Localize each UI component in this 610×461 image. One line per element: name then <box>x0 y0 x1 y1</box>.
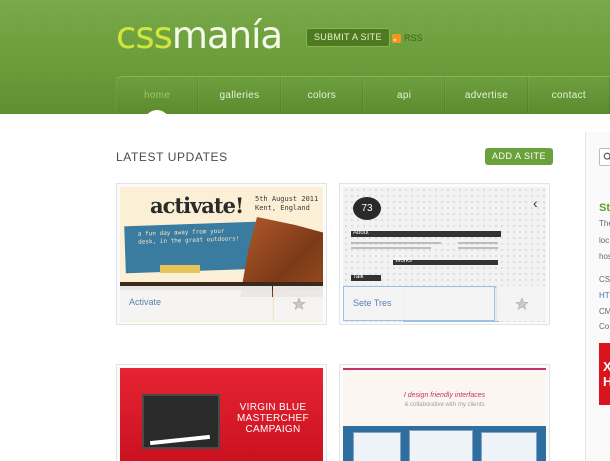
thumb-headline-line1: VIRGIN BLUE <box>239 402 307 413</box>
sidebar-text-line: CM <box>599 307 610 316</box>
site-card-virgin-blue[interactable]: VIRGIN BLUE MASTERCHEF CAMPAIGN <box>116 364 327 461</box>
site-card-friendly-interfaces[interactable]: I design friendly interfaces & collabora… <box>339 364 550 461</box>
site-header: cssmanía SUBMIT A SITE RSS home gallerie… <box>0 0 610 114</box>
thumb-text-line <box>458 247 498 249</box>
thumb-badge: 73 <box>353 197 381 220</box>
site-card-activate[interactable]: activate! 5th August 2011 Kent, England … <box>116 183 327 325</box>
star-icon <box>514 296 529 310</box>
thumb-headline-line2: MASTERCHEF <box>237 413 309 424</box>
sidebar-ad-banner[interactable]: X H <box>599 343 610 405</box>
card-caption[interactable]: Activate <box>120 286 272 321</box>
section-title: LATEST UPDATES <box>116 150 228 164</box>
submit-site-button[interactable]: SUBMIT A SITE <box>306 28 390 47</box>
star-icon <box>291 296 306 310</box>
rss-link[interactable]: RSS <box>392 31 423 45</box>
main-nav: home galleries colors api advertise cont… <box>116 76 610 114</box>
thumb-talk-label: Talk <box>353 274 364 280</box>
thumb-tagline: I design friendly interfaces <box>403 392 486 399</box>
search-icon <box>603 152 610 160</box>
add-site-button[interactable]: ADD A SITE <box>485 148 554 165</box>
rss-icon <box>392 33 401 43</box>
thumb-works-label: Works <box>395 258 412 264</box>
thumb-date-line1: 5th August 2011 <box>255 195 319 203</box>
sidebar-ad-text: X H <box>603 359 610 389</box>
sidebar-text-line: The <box>599 219 610 228</box>
nav-item-colors[interactable]: colors <box>280 77 363 114</box>
card-caption[interactable]: Sete Tres <box>343 286 495 321</box>
thumb-date-line2: Kent, England <box>255 204 310 212</box>
sidebar-link[interactable]: HT <box>599 291 610 300</box>
sidebar-search-input[interactable] <box>599 148 610 166</box>
thumb-shot <box>409 430 473 461</box>
thumb-subline: & collaborative with my clients <box>404 402 485 408</box>
thumb-about-bar <box>351 231 501 237</box>
thumb-banner-button <box>160 265 200 273</box>
thumb-text-line <box>351 242 441 244</box>
sidebar-text-line: hos <box>599 252 610 261</box>
thumb-shot <box>353 432 401 461</box>
rss-label: RSS <box>404 33 423 43</box>
site-thumbnail[interactable]: VIRGIN BLUE MASTERCHEF CAMPAIGN <box>120 368 323 461</box>
favorite-button[interactable] <box>273 286 323 321</box>
card-title[interactable]: Activate <box>129 297 161 307</box>
site-card-sete-tres[interactable]: 73 About Works Talk ‹ Sete Tres <box>339 183 550 325</box>
nav-item-contact[interactable]: contact <box>527 77 610 114</box>
thumb-headline: activate! <box>150 193 244 218</box>
sidebar-heading: St <box>599 202 610 214</box>
thumb-headline-line3: CAMPAIGN <box>245 424 301 435</box>
thumb-date: 5th August 2011 Kent, England <box>255 195 318 213</box>
logo-mania: manía <box>171 14 283 57</box>
nav-item-galleries[interactable]: galleries <box>198 77 281 114</box>
card-title[interactable]: Sete Tres <box>353 298 392 308</box>
logo-css: css <box>116 14 173 57</box>
site-logo[interactable]: cssmanía <box>116 12 283 60</box>
sidebar-text-line: loc <box>599 236 610 245</box>
nav-item-api[interactable]: api <box>362 77 446 114</box>
thumb-text-line <box>351 247 431 249</box>
thumb-shot <box>481 432 537 461</box>
chevron-left-icon: ‹ <box>533 195 538 211</box>
sidebar-text-line: Co <box>599 322 610 331</box>
nav-item-advertise[interactable]: advertise <box>445 77 528 114</box>
nav-item-home[interactable]: home <box>116 77 199 114</box>
sidebar-text-line: CS <box>599 275 610 284</box>
favorite-button[interactable] <box>496 286 546 321</box>
site-thumbnail[interactable]: I design friendly interfaces & collabora… <box>343 368 546 461</box>
thumb-about-label: About <box>353 230 369 236</box>
thumb-text-line <box>458 242 498 244</box>
thumb-headline: VIRGIN BLUE MASTERCHEF CAMPAIGN <box>228 402 318 435</box>
